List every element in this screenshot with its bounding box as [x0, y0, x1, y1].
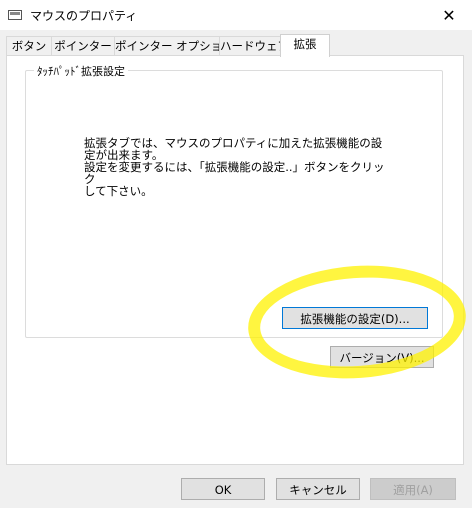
description-line: して下さい。 — [84, 184, 153, 198]
description-text: 拡張タブでは、マウスのプロパティに加えた拡張機能の設 定が出来ます。 設定を変更… — [84, 137, 394, 197]
tab-buttons[interactable]: ボタン — [6, 36, 52, 56]
group-label: ﾀｯﾁﾊﾟｯﾄﾞ拡張設定 — [34, 63, 128, 79]
tab-extension[interactable]: 拡張 — [280, 34, 330, 57]
title-bar: マウスのプロパティ ✕ — [0, 0, 472, 30]
close-button[interactable]: ✕ — [426, 0, 472, 30]
description-line: 設定を変更するには、「拡張機能の設定..」ボタンをクリック — [84, 160, 385, 186]
close-icon: ✕ — [442, 5, 456, 25]
cancel-button[interactable]: キャンセル — [276, 478, 360, 500]
version-button[interactable]: バージョン(V)... — [330, 346, 434, 368]
tab-panel: ﾀｯﾁﾊﾟｯﾄﾞ拡張設定 拡張タブでは、マウスのプロパティに加えた拡張機能の設 … — [6, 55, 464, 465]
touchpad-extension-group: ﾀｯﾁﾊﾟｯﾄﾞ拡張設定 拡張タブでは、マウスのプロパティに加えた拡張機能の設 … — [25, 63, 443, 338]
tab-hardware[interactable]: ハードウェア — [219, 36, 289, 56]
window-title: マウスのプロパティ — [30, 9, 138, 23]
extension-settings-button[interactable]: 拡張機能の設定(D)... — [282, 307, 428, 329]
apply-button[interactable]: 適用(A) — [370, 478, 456, 500]
tab-pointers[interactable]: ポインター — [51, 36, 115, 56]
mouse-properties-icon — [8, 9, 22, 20]
tab-pointer-options[interactable]: ポインター オプション — [114, 36, 234, 56]
ok-button[interactable]: OK — [181, 478, 265, 500]
